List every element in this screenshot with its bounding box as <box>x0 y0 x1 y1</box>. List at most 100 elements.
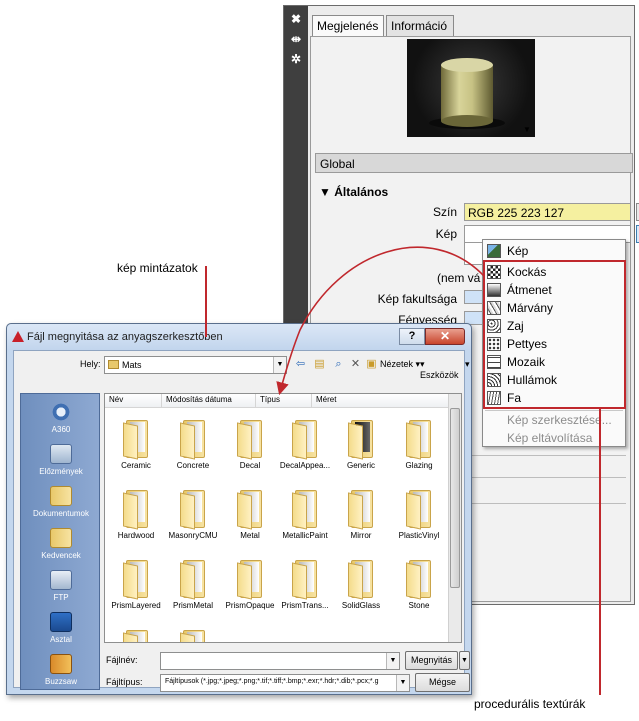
folder-item[interactable]: Concrete <box>165 420 221 470</box>
ftp-icon <box>50 570 72 590</box>
folder-item[interactable]: PrismMetal <box>165 560 221 610</box>
place-label: FTP <box>53 593 69 602</box>
cylinder-preview-image <box>429 58 505 129</box>
image-fade-label: Kép fakultsága <box>377 292 457 306</box>
place-label: Dokumentumok <box>32 509 90 518</box>
folder-icon <box>406 420 432 460</box>
views-menu[interactable]: Nézetek ▾ <box>380 359 420 370</box>
folder-item[interactable]: PrismLayered <box>108 560 164 610</box>
collapse-triangle-icon: ▼ <box>319 185 335 199</box>
folder-item[interactable]: Metal <box>222 490 278 540</box>
column-header-modified[interactable]: Módosítás dátuma <box>162 394 256 408</box>
folder-item[interactable] <box>165 630 221 642</box>
folder-item[interactable]: Generic <box>333 420 389 470</box>
folder-item[interactable]: PlasticVinyl <box>391 490 447 540</box>
tools-menu[interactable]: ▾ Eszközök <box>420 359 464 380</box>
folder-icon <box>180 630 206 642</box>
dialog-close-button[interactable]: ✕ <box>425 328 465 345</box>
folder-icon <box>237 560 263 600</box>
folder-item[interactable]: Ceramic <box>108 420 164 470</box>
folder-label: Generic <box>346 461 375 470</box>
column-header-name[interactable]: Név <box>105 394 162 408</box>
folder-item[interactable]: PrismTrans... <box>277 560 333 610</box>
color-field[interactable]: RGB 225 223 127 <box>464 203 631 221</box>
menu-item-remove-image: Kép eltávolítása <box>507 431 593 445</box>
dialog-titlebar[interactable]: Fájl megnyitása az anyagszerkesztőben ? … <box>7 324 471 350</box>
buzzsaw-icon <box>50 654 72 674</box>
open-button-dropdown[interactable]: ▼ <box>459 651 470 670</box>
search-icon[interactable]: ⌕ <box>331 357 346 372</box>
place-label: Kedvencek <box>41 551 81 560</box>
folder-label: PrismMetal <box>172 601 213 610</box>
tools-label: Eszközök <box>420 370 459 380</box>
folder-item[interactable]: Mirror <box>333 490 389 540</box>
place-label: Előzmények <box>39 467 83 476</box>
folder-item[interactable]: Stone <box>391 560 447 610</box>
place-desktop[interactable]: Asztal <box>21 612 101 644</box>
folder-label: PlasticVinyl <box>398 531 440 540</box>
folder-item[interactable]: MasonryCMU <box>165 490 221 540</box>
folder-label: SolidGlass <box>341 601 381 610</box>
folder-item[interactable]: Glazing <box>391 420 447 470</box>
chevron-down-icon[interactable]: ▼ <box>396 675 409 691</box>
material-preview[interactable] <box>407 39 535 137</box>
file-list[interactable]: Név Módosítás dátuma Típus Méret Ceramic… <box>104 393 462 643</box>
folder-label: MasonryCMU <box>168 531 218 540</box>
open-button[interactable]: Megnyitás <box>405 651 458 670</box>
folder-item[interactable]: PrismOpaque <box>222 560 278 610</box>
folder-item[interactable]: DecalAppea... <box>277 420 333 470</box>
delete-icon[interactable]: ✕ <box>348 357 363 372</box>
location-combo[interactable]: Mats ▼ <box>104 356 287 374</box>
folder-icon <box>180 490 206 530</box>
new-folder-icon[interactable]: ▣ <box>364 357 379 372</box>
folder-item[interactable] <box>108 630 164 642</box>
folder-label: Ceramic <box>121 461 151 470</box>
global-bar[interactable]: Global <box>315 153 633 173</box>
column-header-size[interactable]: Méret <box>312 394 449 408</box>
desktop-icon <box>50 612 72 632</box>
back-icon[interactable]: ⇦ <box>293 357 308 372</box>
column-header-type[interactable]: Típus <box>256 394 312 408</box>
filename-combo[interactable]: ▼ <box>160 652 400 670</box>
folder-icon <box>406 490 432 530</box>
place-buzzsaw[interactable]: Buzzsaw <box>21 654 101 686</box>
place-label: Buzzsaw <box>44 677 77 686</box>
cancel-button[interactable]: Mégse <box>415 673 470 692</box>
vertical-scrollbar[interactable] <box>448 394 461 642</box>
folder-label: DecalAppea... <box>279 461 331 470</box>
general-section-header[interactable]: ▼ Általános <box>319 185 388 199</box>
settings-icon[interactable]: ✲ <box>289 52 303 66</box>
scrollbar-thumb[interactable] <box>450 408 460 588</box>
close-icon[interactable]: ✖ <box>289 12 303 26</box>
folder-icon <box>348 490 374 530</box>
folder-item[interactable]: Hardwood <box>108 490 164 540</box>
tab-megjelenes[interactable]: Megjelenés <box>312 15 384 38</box>
folder-icon <box>348 560 374 600</box>
favorites-icon <box>50 528 72 548</box>
menu-item-kep[interactable]: Kép <box>485 242 623 260</box>
folder-icon <box>348 420 374 460</box>
procedural-textures-highlight <box>483 260 626 409</box>
tab-informacio[interactable]: Információ <box>386 15 454 37</box>
place-label: Asztal <box>50 635 72 644</box>
place-ftp[interactable]: FTP <box>21 570 101 602</box>
up-folder-icon[interactable]: ▤ <box>312 357 327 372</box>
filetype-combo[interactable]: Fájltípusok (*.jpg;*.jpeg;*.png;*.tif;*.… <box>160 674 410 692</box>
autohide-icon[interactable]: ⇹ <box>289 32 303 46</box>
general-section-title: Általános <box>334 185 389 199</box>
place-a360[interactable]: A360 <box>21 402 101 434</box>
folder-item[interactable]: SolidGlass <box>333 560 389 610</box>
chevron-down-icon[interactable]: ▼ <box>273 357 286 373</box>
place-favorites[interactable]: Kedvencek <box>21 528 101 560</box>
chevron-down-icon[interactable]: ▼ <box>386 653 399 669</box>
preview-dropdown-icon[interactable]: ▼ <box>523 125 531 134</box>
folder-item[interactable]: Decal <box>222 420 278 470</box>
color-label: Szín <box>432 205 457 219</box>
place-documents[interactable]: Dokumentumok <box>21 486 101 518</box>
help-button[interactable]: ? <box>399 328 425 345</box>
annotation-procedural-textures: procedurális textúrák <box>474 697 586 711</box>
place-history[interactable]: Előzmények <box>21 444 101 476</box>
folder-item[interactable]: MetallicPaint <box>277 490 333 540</box>
folder-icon <box>180 420 206 460</box>
tools-dropdown-icon[interactable]: ▾ <box>465 359 470 370</box>
